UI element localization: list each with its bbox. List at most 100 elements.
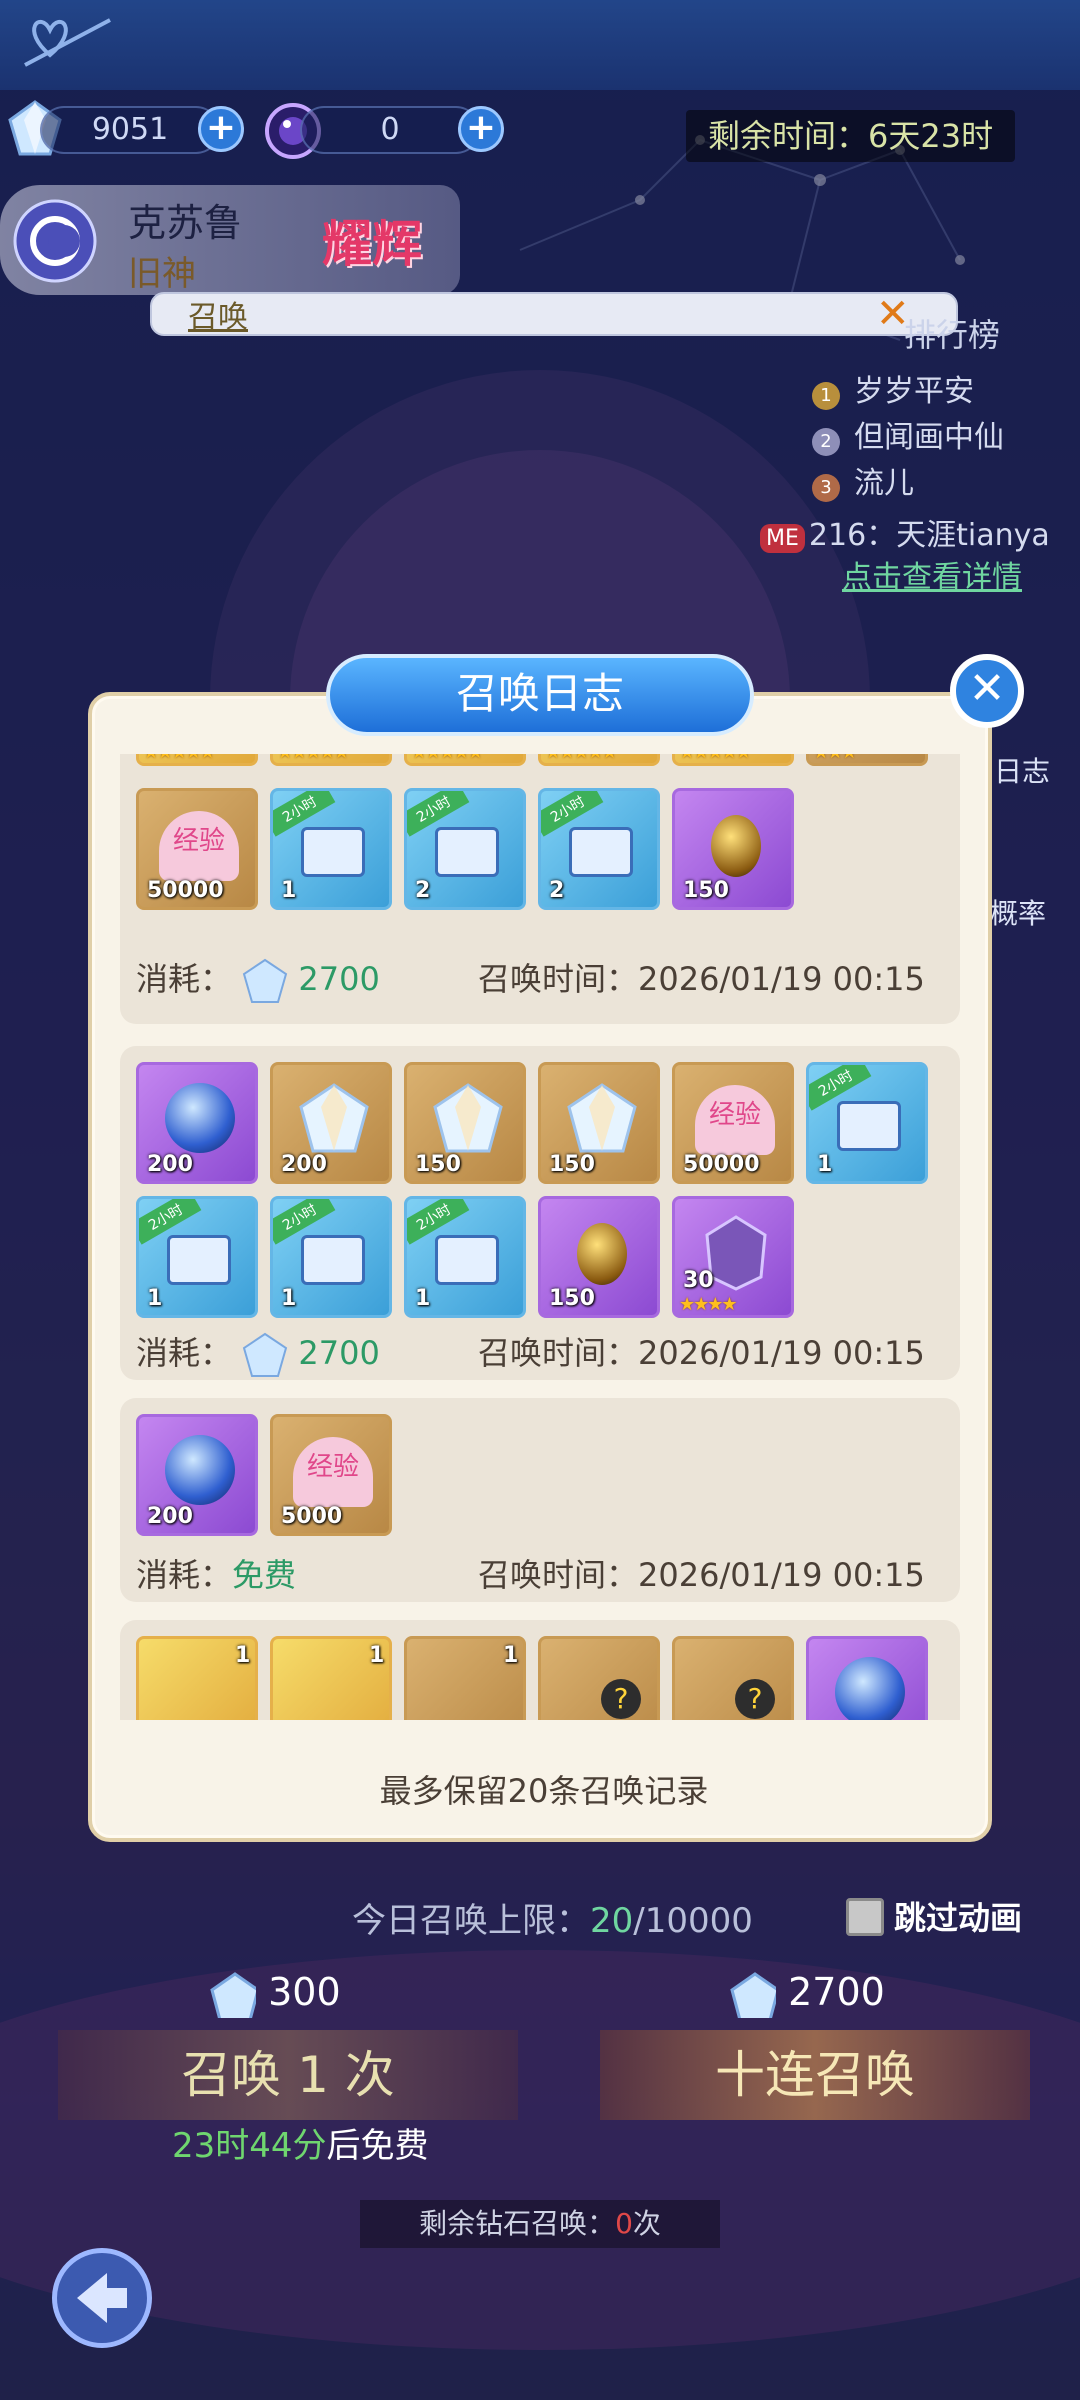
reward-item[interactable]: 经验 5000 xyxy=(270,1414,392,1536)
reward-item[interactable]: ★★★★★ xyxy=(672,754,794,766)
reward-item[interactable]: 2小时 1 xyxy=(270,1196,392,1318)
reward-item[interactable]: 150 xyxy=(404,1062,526,1184)
diamond-icon xyxy=(243,1332,288,1377)
ranking-title[interactable]: 排行榜 xyxy=(904,310,1000,356)
diamond-icon xyxy=(210,1971,256,2018)
rank-name: 流儿 xyxy=(854,466,914,501)
reward-item[interactable]: 2小时 2 xyxy=(538,788,660,910)
star-rating: ★★★★★ xyxy=(545,754,618,763)
reward-item[interactable]: 经验 50000 xyxy=(136,788,258,910)
event-timer: 剩余时间：6天23时 xyxy=(686,110,1016,162)
item-qty: 150 xyxy=(415,1152,461,1177)
record-limit-note: 最多保留20条召唤记录 xyxy=(379,1772,709,1810)
time-label: 召唤时间： xyxy=(478,1334,639,1372)
reward-item[interactable]: 150 xyxy=(538,1196,660,1318)
cost-row: 消耗： 2700 xyxy=(136,1328,380,1378)
skip-animation-checkbox[interactable] xyxy=(846,1898,884,1936)
rank-item-2: 2 但闻画中仙 xyxy=(812,412,1004,456)
item-qty: 150 xyxy=(683,878,729,903)
treasure-chest-icon xyxy=(167,1235,231,1285)
reward-item[interactable]: 150 xyxy=(538,1062,660,1184)
rank-name: 但闻画中仙 xyxy=(854,420,1004,455)
treasure-chest-icon xyxy=(435,827,499,877)
item-qty: 1 xyxy=(147,1286,163,1311)
item-qty: 50000 xyxy=(683,1152,760,1177)
exp-heart-icon: 经验 xyxy=(695,1085,775,1155)
single-cost: 300 xyxy=(210,1970,341,2018)
prob-button-label[interactable]: 概率 xyxy=(990,892,1046,932)
time-label: 召唤时间： xyxy=(478,960,639,998)
log-button-label[interactable]: 日志 xyxy=(994,750,1050,790)
faction-icon xyxy=(12,198,98,284)
mystery-box-icon: ? xyxy=(735,1679,775,1719)
reward-item[interactable]: ★★★★★ xyxy=(136,754,258,766)
reward-item[interactable]: ? 1 ★★★ xyxy=(806,754,928,766)
reward-item[interactable]: 经验 50000 xyxy=(672,1062,794,1184)
reward-item[interactable]: ★★★★★ xyxy=(538,754,660,766)
summon-ten-button[interactable]: 十连召唤 xyxy=(600,2030,1030,2120)
reward-item[interactable]: 2小时 2 xyxy=(404,788,526,910)
log-scroll-area[interactable]: ★★★★★ ★★★★★ ★★★★★ ★★★★★ ★★★★★ ? 1 ★★★ 经验… xyxy=(120,754,960,1720)
reward-item[interactable]: ★★★★★ xyxy=(404,754,526,766)
gold-egg-icon xyxy=(711,815,761,877)
skip-animation-label[interactable]: 跳过动画 xyxy=(894,1893,1022,1939)
reward-item[interactable]: 150 xyxy=(672,788,794,910)
reward-item[interactable]: ? 1 xyxy=(538,1636,660,1720)
log-record: 200 经验 5000 消耗：免费 召唤时间：2026/01/19 00:15 xyxy=(120,1398,960,1602)
close-icon: ✕ xyxy=(968,663,1006,714)
reward-item[interactable]: 1 xyxy=(136,1636,258,1720)
item-qty: 200 xyxy=(147,1152,193,1177)
cost-value: 免费 xyxy=(232,1556,297,1594)
cost-row: 消耗：免费 xyxy=(136,1550,296,1596)
item-qty: 200 xyxy=(147,1504,193,1529)
add-ticket-button[interactable]: + xyxy=(458,106,504,152)
star-rating: ★★★★ xyxy=(679,1294,738,1315)
reward-item[interactable]: 200 xyxy=(136,1414,258,1536)
search-input[interactable] xyxy=(188,294,788,334)
star-rating: ★★★ xyxy=(813,754,857,763)
reward-item[interactable]: 30 ★★★★ xyxy=(672,1196,794,1318)
cost-value: 2700 xyxy=(298,960,380,998)
rank-medal-icon: 2 xyxy=(812,428,840,456)
reward-item[interactable]: 200 xyxy=(136,1062,258,1184)
summon-once-button[interactable]: 召唤 1 次 xyxy=(58,2030,518,2120)
back-button[interactable] xyxy=(52,2248,152,2348)
my-rank: ME 216：天涯tianya xyxy=(760,510,1050,554)
log-record: 1 1 1 ? 1 ? 1 200 xyxy=(120,1620,960,1720)
add-diamond-button[interactable]: + xyxy=(198,106,244,152)
reward-item[interactable]: 2小时 1 xyxy=(806,1062,928,1184)
modal-title: 召唤日志 xyxy=(326,654,754,736)
item-qty: 150 xyxy=(549,1286,595,1311)
reward-item[interactable]: 200 xyxy=(806,1636,928,1720)
rank-detail-link[interactable]: 点击查看详情 xyxy=(842,552,1022,596)
remaining-diamond-summons: 剩余钻石召唤：0次 xyxy=(360,2200,720,2248)
reward-item[interactable]: ★★★★★ xyxy=(270,754,392,766)
reward-item[interactable]: 2小时 1 xyxy=(404,1196,526,1318)
reward-item[interactable]: 200 xyxy=(270,1062,392,1184)
remaining-suffix: 次 xyxy=(632,2207,661,2240)
cost-label: 消耗： xyxy=(136,960,233,998)
free-time: 23时44分 xyxy=(172,2126,327,2166)
summon-time: 召唤时间：2026/01/19 00:15 xyxy=(478,1550,925,1596)
star-rating: ★★★★★ xyxy=(679,754,752,763)
item-qty: 1 xyxy=(415,1286,431,1311)
time-label: 召唤时间： xyxy=(478,1556,639,1594)
star-rating: ★★★★★ xyxy=(411,754,484,763)
reward-item[interactable]: 2小时 1 xyxy=(270,788,392,910)
summon-ten-label: 十连召唤 xyxy=(715,2046,915,2104)
remaining-count: 0 xyxy=(615,2207,633,2240)
ticket-count: 0 xyxy=(380,112,400,147)
reward-item[interactable]: 1 xyxy=(404,1636,526,1720)
item-qty: 1 xyxy=(235,1643,251,1668)
reward-item[interactable]: 1 xyxy=(270,1636,392,1720)
item-qty: 30 xyxy=(683,1268,714,1293)
close-modal-button[interactable]: ✕ xyxy=(950,654,1024,728)
log-record: ★★★★★ ★★★★★ ★★★★★ ★★★★★ ★★★★★ ? 1 ★★★ 经验… xyxy=(120,754,960,1024)
my-rank-text: 216：天涯tianya xyxy=(808,518,1050,553)
item-qty: 5000 xyxy=(281,1504,343,1529)
treasure-chest-icon xyxy=(301,1235,365,1285)
reward-item[interactable]: ? 1 xyxy=(672,1636,794,1720)
time-value: 2026/01/19 00:15 xyxy=(638,1556,925,1594)
summon-time: 召唤时间：2026/01/19 00:15 xyxy=(478,954,925,1000)
reward-item[interactable]: 2小时 1 xyxy=(136,1196,258,1318)
